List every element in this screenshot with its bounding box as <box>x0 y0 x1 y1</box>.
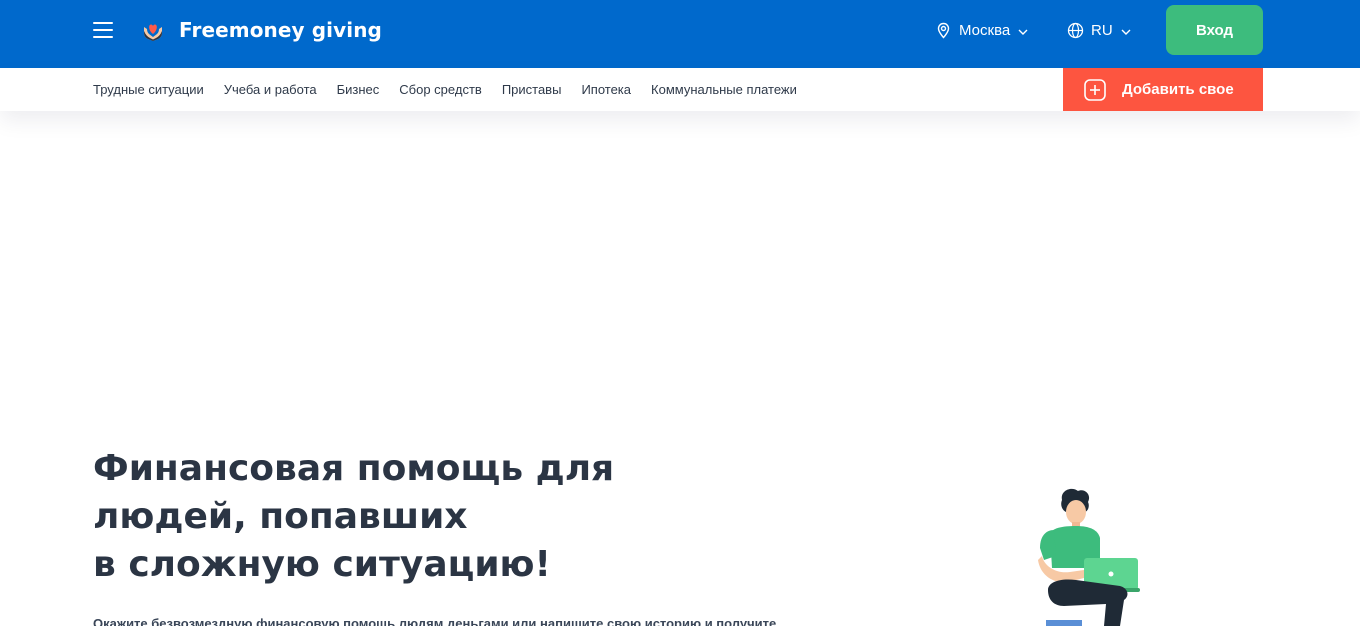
site-logo[interactable]: Freemoney giving <box>141 16 382 44</box>
add-your-own-button[interactable]: Добавить свое <box>1063 68 1263 111</box>
nav-item-hard-situations[interactable]: Трудные ситуации <box>93 82 204 97</box>
nav-item-fundraising[interactable]: Сбор средств <box>399 82 482 97</box>
nav-item-study-work[interactable]: Учеба и работа <box>224 82 317 97</box>
person-with-laptop-illustration <box>1038 488 1140 626</box>
language-label: RU <box>1091 21 1113 39</box>
city-label: Москва <box>959 21 1011 39</box>
nav-item-utility-payments[interactable]: Коммунальные платежи <box>651 82 797 97</box>
top-header: Freemoney giving Москва RU Вход <box>0 0 1360 68</box>
language-selector[interactable]: RU <box>1067 19 1131 41</box>
chevron-down-icon <box>1018 29 1028 35</box>
hero-title-line: людей, попавших <box>93 496 468 537</box>
add-button-label: Добавить свое <box>1122 81 1234 98</box>
hero-title-line: в сложную ситуацию! <box>93 544 551 585</box>
logo-text: Freemoney giving <box>179 18 382 42</box>
hamburger-menu-icon[interactable] <box>93 21 113 39</box>
hero-title-line: Финансовая помощь для <box>93 448 615 489</box>
category-links: Трудные ситуации Учеба и работа Бизнес С… <box>93 68 817 111</box>
chevron-down-icon <box>1121 29 1131 35</box>
login-button[interactable]: Вход <box>1166 5 1263 55</box>
nav-item-bailiffs[interactable]: Приставы <box>502 82 562 97</box>
nav-item-mortgage[interactable]: Ипотека <box>581 82 631 97</box>
plus-square-icon <box>1084 78 1106 101</box>
hero-title: Финансовая помощь для людей, попавших в … <box>93 445 733 589</box>
heart-hands-icon <box>144 24 162 41</box>
hero-description: Окажите безвозмездную финансовую помощь … <box>93 616 777 626</box>
city-selector[interactable]: Москва <box>935 19 1028 41</box>
globe-icon <box>1067 22 1084 38</box>
nav-item-business[interactable]: Бизнес <box>337 82 380 97</box>
map-pin-icon <box>937 22 950 39</box>
